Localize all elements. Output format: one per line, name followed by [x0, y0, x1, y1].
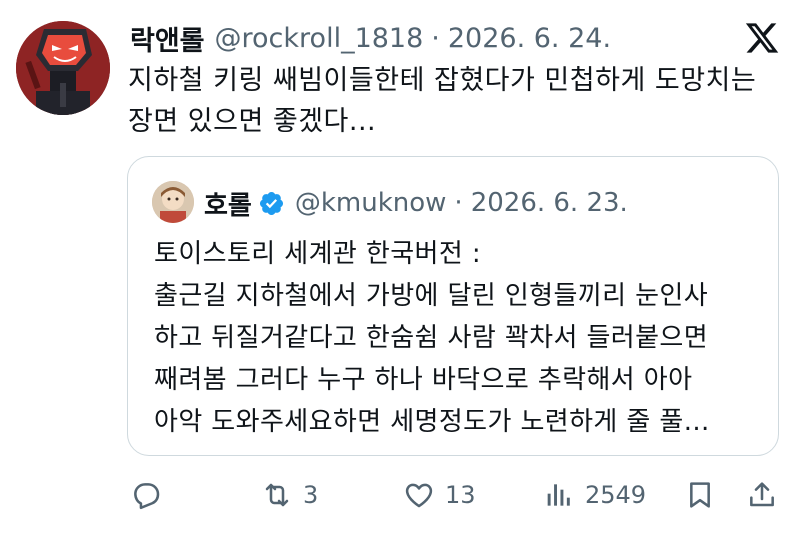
tweet-date[interactable]: 2026. 6. 24.: [448, 23, 611, 54]
avatar-illustration: [16, 21, 110, 115]
views-button[interactable]: 2549: [543, 473, 646, 517]
tweet-text: 지하철 키링 쌔빔이들한테 잡혔다가 민첩하게 도망치는 장면 있으면 좋겠다.…: [128, 65, 757, 137]
like-count: 13: [445, 481, 476, 509]
quoted-text-line: 아악 도와주세요하면 세명정도가 노련하게 줄 풀...: [154, 407, 710, 437]
reply-icon: [134, 483, 160, 510]
retweet-icon: [265, 483, 289, 507]
retweet-button[interactable]: 3: [261, 473, 318, 517]
user-avatar[interactable]: [16, 21, 110, 115]
quoted-separator-dot: ·: [454, 188, 463, 218]
retweet-count: 3: [303, 481, 319, 509]
quoted-display-name[interactable]: 호롤: [204, 185, 252, 222]
quoted-tweet-header: 호롤 @kmuknow · 2026. 6. 23.: [204, 183, 628, 223]
bookmark-icon: [690, 482, 710, 508]
separator-dot: ·: [431, 22, 440, 54]
tweet-header: 락앤롤 @rockroll_1818 · 2026. 6. 24.: [130, 16, 611, 60]
quoted-tweet-date[interactable]: 2026. 6. 23.: [471, 188, 628, 218]
display-name[interactable]: 락앤롤: [130, 19, 205, 58]
reply-button[interactable]: [130, 473, 162, 517]
x-logo-icon[interactable]: [744, 20, 780, 56]
like-button[interactable]: 13: [403, 473, 476, 517]
views-count: 2549: [585, 481, 647, 509]
share-button[interactable]: [746, 473, 778, 517]
tweet-card: 락앤롤 @rockroll_1818 · 2026. 6. 24. 지하철 키링…: [0, 0, 800, 533]
heart-icon: [405, 483, 433, 508]
verified-badge-icon: [259, 191, 283, 215]
quoted-user-avatar[interactable]: [152, 181, 194, 223]
views-icon: [547, 484, 570, 506]
share-icon: [750, 482, 774, 507]
action-bar: 3 13 2549: [0, 473, 800, 517]
quoted-avatar-illustration: [152, 181, 194, 223]
quoted-text-line: 째려봄 그러다 누구 하나 바닥으로 추락해서 아아: [154, 365, 693, 395]
quoted-text-line: 출근길 지하철에서 가방에 달린 인형들끼리 눈인사: [154, 281, 709, 311]
quoted-tweet-text: 토이스토리 세계관 한국버전 : 출근길 지하철에서 가방에 달린 인형들끼리 …: [154, 233, 764, 443]
quoted-tweet[interactable]: 호롤 @kmuknow · 2026. 6. 23. 토이스토리 세계관 한국버…: [127, 156, 779, 456]
quoted-user-handle[interactable]: @kmuknow: [295, 188, 447, 218]
bookmark-button[interactable]: [684, 473, 716, 517]
quoted-text-line: 하고 뒤질거같다고 한숨쉼 사람 꽉차서 들러붙으면: [154, 323, 709, 353]
quoted-text-line: 토이스토리 세계관 한국버전 :: [154, 239, 481, 269]
user-handle[interactable]: @rockroll_1818: [215, 23, 424, 54]
